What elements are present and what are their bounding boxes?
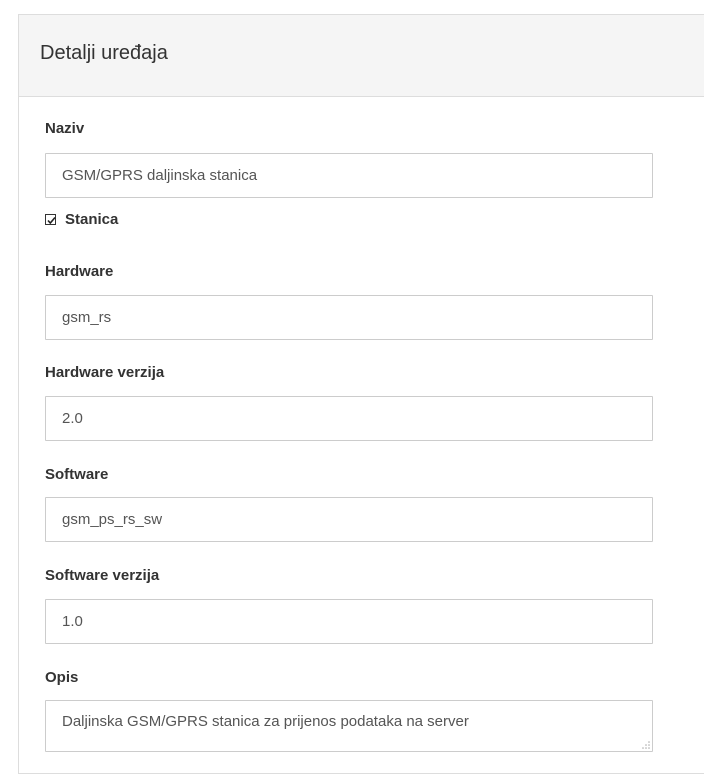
software-input[interactable] [45, 497, 653, 542]
stanica-checkbox[interactable] [45, 214, 56, 225]
software-verzija-input[interactable] [45, 599, 653, 644]
stanica-checkbox-row[interactable]: Stanica [45, 211, 118, 228]
hardware-label: Hardware [45, 263, 114, 280]
hardware-verzija-label: Hardware verzija [45, 364, 165, 381]
hardware-input[interactable] [45, 295, 653, 340]
top-strip [0, 0, 704, 14]
opis-textarea-wrap: Daljinska GSM/GPRS stanica za prijenos p… [45, 700, 653, 752]
stanica-label: Stanica [65, 211, 119, 228]
opis-label: Opis [45, 669, 79, 686]
device-details-panel: Detalji uređaja [18, 14, 704, 774]
panel-header: Detalji uređaja [19, 15, 704, 97]
software-label: Software [45, 466, 109, 483]
software-verzija-label: Software verzija [45, 567, 160, 584]
naziv-label: Naziv [45, 120, 85, 137]
panel-title: Detalji uređaja [40, 42, 168, 64]
check-icon [47, 216, 56, 225]
opis-textarea[interactable]: Daljinska GSM/GPRS stanica za prijenos p… [46, 701, 652, 751]
resize-handle-icon[interactable] [640, 739, 650, 749]
naziv-input[interactable] [45, 153, 653, 198]
hardware-verzija-input[interactable] [45, 396, 653, 441]
